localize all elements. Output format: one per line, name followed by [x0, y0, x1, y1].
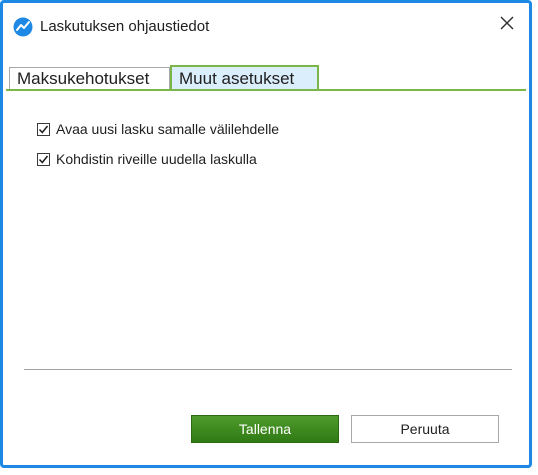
dialog-window: Laskutuksen ohjaustiedot Maksukehotukset…: [0, 0, 532, 468]
setting-label: Kohdistin riveille uudella laskulla: [56, 151, 257, 167]
cancel-button[interactable]: Peruuta: [351, 415, 499, 443]
checkbox-open-same-tab[interactable]: [37, 122, 50, 136]
close-icon: [500, 16, 514, 35]
checkbox-cursor-rows[interactable]: [37, 152, 50, 166]
setting-label: Avaa uusi lasku samalle välilehdelle: [56, 121, 280, 137]
footer-divider: [24, 369, 512, 370]
tab-maksukehotukset[interactable]: Maksukehotukset: [9, 67, 170, 89]
close-button[interactable]: [495, 13, 519, 37]
setting-open-same-tab[interactable]: Avaa uusi lasku samalle välilehdelle: [37, 120, 279, 138]
title-bar: Laskutuksen ohjaustiedot: [3, 3, 529, 53]
save-button[interactable]: Tallenna: [191, 415, 339, 443]
tab-strip-divider: [6, 89, 526, 91]
chart-line-icon: [13, 17, 33, 37]
tab-muut-asetukset[interactable]: Muut asetukset: [170, 65, 319, 89]
setting-cursor-rows[interactable]: Kohdistin riveille uudella laskulla: [37, 150, 257, 168]
window-title: Laskutuksen ohjaustiedot: [40, 18, 210, 35]
